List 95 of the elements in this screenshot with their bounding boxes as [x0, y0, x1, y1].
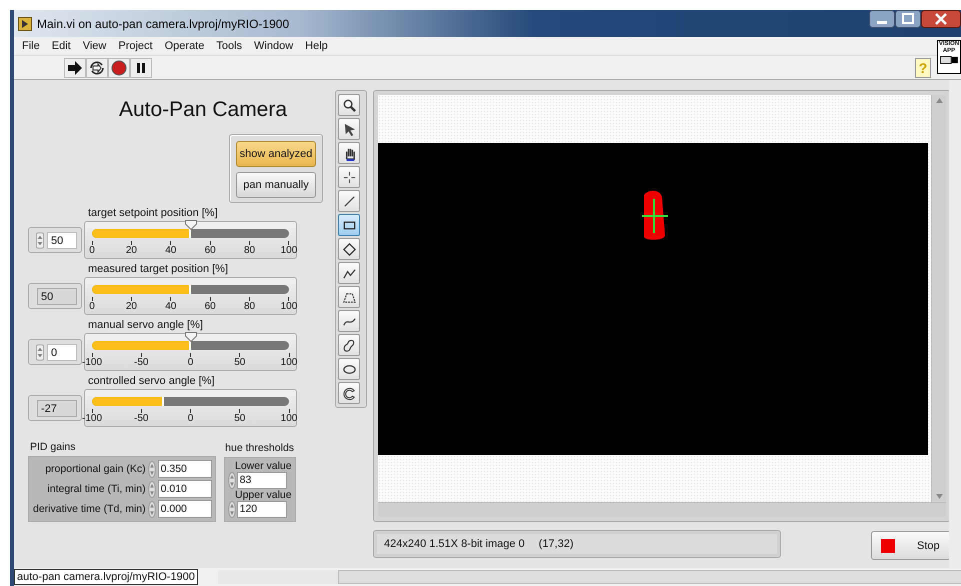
menu-item[interactable]: Edit [46, 40, 77, 52]
hand-tool[interactable] [338, 142, 360, 164]
abort-icon[interactable] [108, 58, 130, 78]
numeric-input[interactable]: 0.010 [158, 480, 212, 498]
slider-label: measured target position [%] [88, 263, 230, 275]
tick-label: 40 [165, 301, 176, 312]
numeric-display: -27 [37, 400, 77, 416]
magnifier-icon [342, 98, 356, 112]
stop-square-icon [881, 538, 895, 552]
point-tool[interactable] [338, 166, 360, 188]
tick-label: 20 [126, 245, 137, 256]
stop-button[interactable]: Stop [871, 531, 951, 560]
status-path: auto-pan camera.lvproj/myRIO-1900 [14, 569, 198, 585]
freeform-shape-icon [342, 338, 356, 352]
tick-label: 20 [126, 301, 137, 312]
numeric-input[interactable]: 120 [236, 501, 287, 518]
increment-arrows-icon[interactable] [148, 460, 156, 478]
horizontal-scrollbar[interactable] [378, 502, 946, 517]
tick-label: 0 [188, 413, 194, 424]
field-label: integral time (Ti, min) [47, 483, 146, 495]
tick-label: 100 [280, 301, 298, 312]
crosshair-icon [342, 170, 356, 184]
menu-item[interactable]: File [16, 40, 46, 52]
increment-arrows-icon[interactable] [228, 472, 236, 489]
tick-label: -50 [134, 357, 148, 368]
numeric-input[interactable]: 83 [236, 472, 287, 489]
numeric-input[interactable]: 50 [47, 232, 77, 248]
increment-arrows-icon[interactable] [148, 480, 156, 498]
maximize-button[interactable] [895, 10, 921, 28]
pause-icon[interactable] [130, 58, 152, 78]
menu-item[interactable]: Tools [210, 40, 248, 52]
menu-item[interactable]: Project [112, 40, 159, 52]
menu-item[interactable]: Window [248, 40, 300, 52]
numeric-input[interactable]: 0.000 [158, 500, 212, 518]
slider-label: controlled servo angle [%] [88, 375, 216, 387]
numeric-input[interactable]: 0 [47, 344, 77, 360]
diamond-tool[interactable] [338, 238, 360, 260]
tick-label: -100 [82, 357, 102, 368]
crescent-icon [342, 386, 356, 400]
tick-label: 0 [89, 245, 95, 256]
field-label: Lower value [234, 460, 292, 472]
page-scrollbar[interactable] [949, 80, 961, 568]
tick-label: -100 [82, 413, 102, 424]
tick-label: -50 [134, 413, 148, 424]
menu-item[interactable]: View [76, 40, 112, 52]
zoom-tool[interactable] [338, 94, 360, 116]
field-label: Upper value [234, 489, 292, 501]
numeric-input[interactable]: 0.350 [158, 460, 212, 478]
freehand-tool[interactable] [338, 310, 360, 332]
tick-label: 60 [204, 245, 216, 256]
window-title: Main.vi on auto-pan camera.lvproj/myRIO-1900 [37, 16, 290, 30]
rectangle-tool[interactable] [338, 214, 360, 236]
tick-label: 0 [188, 357, 194, 368]
minimize-button[interactable] [869, 10, 895, 28]
line-icon [342, 194, 356, 208]
field-label: proportional gain (Kc) [45, 463, 146, 475]
numeric-display: 50 [37, 288, 77, 304]
increment-arrows-icon[interactable] [36, 232, 44, 248]
tick-label: 100 [280, 357, 298, 368]
slider-label: manual servo angle [%] [88, 319, 204, 331]
panel-title: Auto-Pan Camera [118, 98, 288, 122]
tick-label: 50 [234, 357, 246, 368]
tick-label: 60 [204, 301, 216, 312]
tick-label: 40 [165, 245, 176, 256]
image-info: 424x240 1.51X 8-bit image 0 [384, 538, 525, 550]
tick-label: 50 [234, 413, 246, 424]
section-title: hue thresholds [225, 442, 294, 454]
line-tool[interactable] [338, 190, 360, 212]
tick-label: 0 [89, 301, 95, 312]
close-button[interactable] [921, 10, 961, 28]
pixel-coordinates: (17,32) [538, 538, 574, 550]
mode-button[interactable]: pan manually [236, 172, 316, 198]
app-icon [18, 16, 32, 30]
field-label: derivative time (Td, min) [33, 503, 146, 515]
polygon-tool[interactable] [338, 286, 360, 308]
run-continuously-icon[interactable] [86, 58, 108, 78]
slider-label: target setpoint position [%] [88, 207, 219, 219]
increment-arrows-icon[interactable] [148, 500, 156, 518]
pointer-tool[interactable] [338, 118, 360, 140]
ellipse-tool[interactable] [338, 358, 360, 380]
menu-item[interactable]: Help [299, 40, 334, 52]
mode-button[interactable]: show analyzed [236, 141, 316, 167]
increment-arrows-icon[interactable] [36, 344, 44, 360]
freeform-tool[interactable] [338, 334, 360, 356]
tick-label: 100 [280, 245, 298, 256]
increment-arrows-icon[interactable] [228, 501, 236, 518]
diamond-icon [342, 242, 356, 256]
tick-label: 100 [280, 413, 298, 424]
tick-label: 80 [244, 301, 256, 312]
polyline-tool[interactable] [338, 262, 360, 284]
menu-item[interactable]: Operate [158, 40, 210, 52]
tick-label: 80 [244, 245, 256, 256]
section-title: PID gains [30, 441, 77, 453]
annulus-tool[interactable] [338, 382, 360, 404]
window-scrollbar[interactable] [218, 570, 961, 584]
